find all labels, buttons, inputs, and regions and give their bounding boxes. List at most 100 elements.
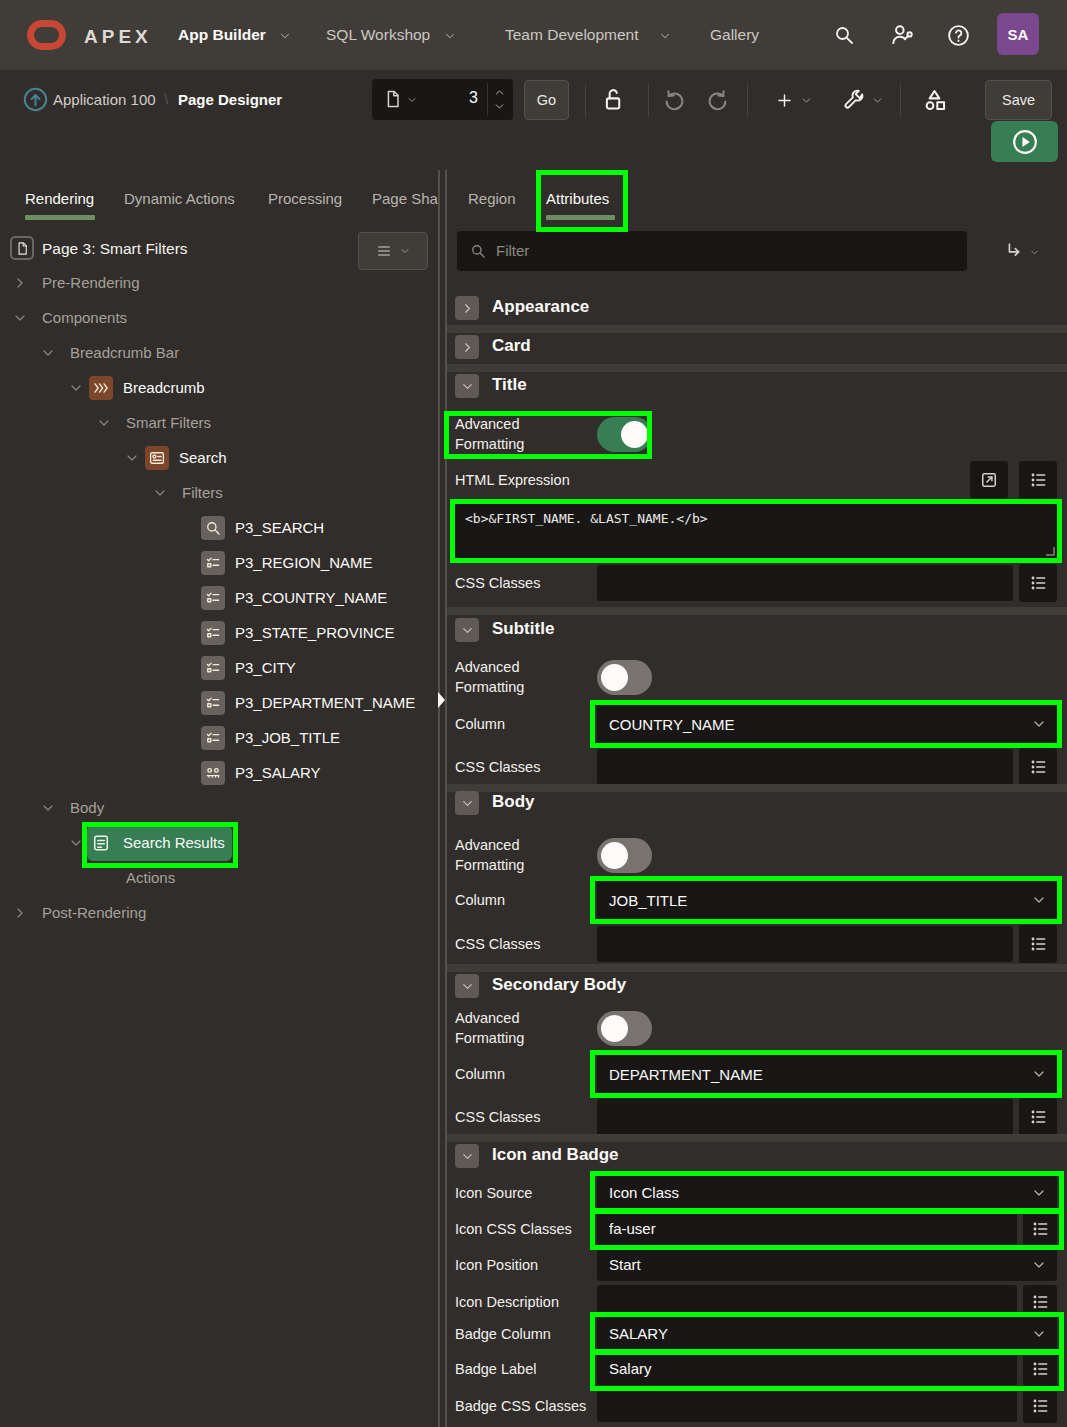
subtitle-column-select[interactable]: COUNTRY_NAME bbox=[597, 705, 1057, 743]
tree-collapse-icon[interactable] bbox=[68, 835, 84, 851]
lock-icon[interactable] bbox=[599, 86, 626, 113]
shapes-icon[interactable] bbox=[921, 86, 948, 113]
splitter-arrow-icon[interactable] bbox=[438, 692, 445, 708]
tree-item-breadcrumb[interactable]: Breadcrumb bbox=[0, 371, 438, 406]
secondary-body-advanced-formatting-toggle[interactable] bbox=[597, 1011, 652, 1046]
section-secondary-body[interactable]: Secondary Body bbox=[455, 974, 1055, 998]
tree-item-p3-region-name[interactable]: P3_REGION_NAME bbox=[0, 546, 438, 581]
badge-label-lov-button[interactable] bbox=[1023, 1352, 1057, 1386]
subtitle-css-classes-lov-button[interactable] bbox=[1019, 748, 1057, 786]
tree-item-search[interactable]: Search bbox=[0, 441, 438, 476]
search-icon[interactable] bbox=[832, 23, 856, 47]
tree-item-p3-search[interactable]: P3_SEARCH bbox=[0, 511, 438, 546]
section-icon-and-badge[interactable]: Icon and Badge bbox=[455, 1144, 1055, 1168]
save-button[interactable]: Save bbox=[985, 80, 1052, 120]
tree-item-post-rendering[interactable]: Post-Rendering bbox=[0, 896, 438, 931]
page-number[interactable]: 3 bbox=[372, 89, 478, 107]
go-to-group-icon[interactable] bbox=[1003, 240, 1025, 262]
icon-position-select[interactable]: Start bbox=[597, 1248, 1057, 1281]
tree-item-body[interactable]: Body bbox=[0, 791, 438, 826]
section-toggle-icon[interactable] bbox=[455, 974, 479, 998]
spin-up-icon[interactable] bbox=[493, 86, 506, 99]
tree-item-p3-job-title[interactable]: P3_JOB_TITLE bbox=[0, 721, 438, 756]
section-toggle-icon[interactable] bbox=[455, 374, 479, 398]
tree-expand-icon[interactable] bbox=[12, 275, 28, 291]
nav-team-development[interactable]: Team Development bbox=[505, 22, 639, 48]
run-button[interactable] bbox=[991, 121, 1058, 162]
icon-source-select[interactable]: Icon Class bbox=[597, 1176, 1057, 1209]
body-column-select[interactable]: JOB_TITLE bbox=[597, 881, 1057, 919]
help-icon[interactable] bbox=[946, 23, 971, 48]
html-expression-textarea[interactable]: <b>&FIRST_NAME. &LAST_NAME.</b> bbox=[455, 504, 1057, 558]
section-card[interactable]: Card bbox=[455, 335, 1055, 359]
spin-down-icon[interactable] bbox=[493, 100, 506, 113]
tree-item-p3-department-name[interactable]: P3_DEPARTMENT_NAME bbox=[0, 686, 438, 721]
section-toggle-icon[interactable] bbox=[455, 618, 479, 642]
tree-item-p3-city[interactable]: P3_CITY bbox=[0, 651, 438, 686]
tree-item-search-results[interactable]: Search Results bbox=[0, 826, 438, 861]
tree-item-pre-rendering[interactable]: Pre-Rendering bbox=[0, 266, 438, 301]
nav-sql-workshop[interactable]: SQL Workshop bbox=[326, 22, 430, 48]
html-expression-expand-button[interactable] bbox=[970, 461, 1008, 499]
tree-collapse-icon[interactable] bbox=[68, 380, 84, 396]
tree-item-breadcrumb-bar[interactable]: Breadcrumb Bar bbox=[0, 336, 438, 371]
tab-region[interactable]: Region bbox=[468, 190, 516, 207]
icon-css-classes-input[interactable]: fa-user bbox=[597, 1212, 1017, 1245]
section-toggle-icon[interactable] bbox=[455, 791, 479, 815]
tree-collapse-icon[interactable] bbox=[96, 415, 112, 431]
tree-item-components[interactable]: Components bbox=[0, 301, 438, 336]
icon-description-lov-button[interactable] bbox=[1023, 1285, 1057, 1319]
tree-item-filters[interactable]: Filters bbox=[0, 476, 438, 511]
body-advanced-formatting-toggle[interactable] bbox=[597, 838, 652, 873]
badge-css-classes-input[interactable] bbox=[597, 1389, 1017, 1422]
tree-collapse-icon[interactable] bbox=[40, 345, 56, 361]
undo-icon[interactable] bbox=[661, 87, 688, 114]
nav-app-builder[interactable]: App Builder bbox=[178, 22, 266, 48]
section-toggle-icon[interactable] bbox=[455, 335, 479, 359]
body-css-classes-lov-button[interactable] bbox=[1019, 925, 1057, 963]
section-body[interactable]: Body bbox=[455, 791, 1055, 815]
subtitle-css-classes-input[interactable] bbox=[597, 749, 1013, 785]
section-subtitle[interactable]: Subtitle bbox=[455, 618, 1055, 642]
redo-icon[interactable] bbox=[704, 87, 731, 114]
filter-input[interactable]: Filter bbox=[457, 231, 967, 271]
tree-expand-icon[interactable] bbox=[12, 905, 28, 921]
tree-item-p3-salary[interactable]: P3_SALARY bbox=[0, 756, 438, 791]
admin-icon[interactable] bbox=[889, 22, 915, 48]
section-toggle-icon[interactable] bbox=[455, 296, 479, 320]
body-css-classes-input[interactable] bbox=[597, 926, 1013, 962]
section-toggle-icon[interactable] bbox=[455, 1144, 479, 1168]
icon-description-input[interactable] bbox=[597, 1285, 1017, 1318]
go-button[interactable]: Go bbox=[524, 80, 569, 120]
title-css-classes-lov-button[interactable] bbox=[1019, 564, 1057, 602]
badge-column-select[interactable]: SALARY bbox=[597, 1317, 1057, 1350]
secondary-body-column-select[interactable]: DEPARTMENT_NAME bbox=[597, 1055, 1057, 1093]
tab-attributes[interactable]: Attributes bbox=[546, 190, 609, 207]
create-icon[interactable] bbox=[775, 91, 794, 110]
section-title[interactable]: Title bbox=[455, 374, 1055, 398]
tree-item-p3-state-province[interactable]: P3_STATE_PROVINCE bbox=[0, 616, 438, 651]
tree-collapse-icon[interactable] bbox=[152, 485, 168, 501]
secondary-body-css-classes-input[interactable] bbox=[597, 1099, 1013, 1135]
go-to-app-icon[interactable] bbox=[22, 86, 49, 113]
tree-item-actions[interactable]: Actions bbox=[0, 861, 438, 896]
badge-css-classes-lov-button[interactable] bbox=[1023, 1389, 1057, 1423]
secondary-body-css-classes-lov-button[interactable] bbox=[1019, 1098, 1057, 1136]
section-appearance[interactable]: Appearance bbox=[455, 296, 1055, 320]
page-selector[interactable]: 3 bbox=[372, 79, 513, 120]
breadcrumb-app[interactable]: Application 100 bbox=[53, 91, 156, 108]
html-expression-lov-button[interactable] bbox=[1019, 461, 1057, 499]
tree-collapse-icon[interactable] bbox=[40, 800, 56, 816]
tree-item-smart-filters[interactable]: Smart Filters bbox=[0, 406, 438, 441]
subtitle-advanced-formatting-toggle[interactable] bbox=[597, 660, 652, 695]
tree-collapse-icon[interactable] bbox=[12, 310, 28, 326]
icon-css-classes-lov-button[interactable] bbox=[1023, 1212, 1057, 1246]
badge-label-input[interactable]: Salary bbox=[597, 1352, 1017, 1385]
title-advanced-formatting-toggle[interactable] bbox=[597, 417, 652, 452]
tree-item-p3-country-name[interactable]: P3_COUNTRY_NAME bbox=[0, 581, 438, 616]
avatar[interactable]: SA bbox=[997, 13, 1039, 55]
utilities-icon[interactable] bbox=[842, 88, 866, 112]
tree-collapse-icon[interactable] bbox=[124, 450, 140, 466]
nav-gallery[interactable]: Gallery bbox=[710, 22, 759, 48]
panel-splitter[interactable] bbox=[438, 170, 447, 1427]
